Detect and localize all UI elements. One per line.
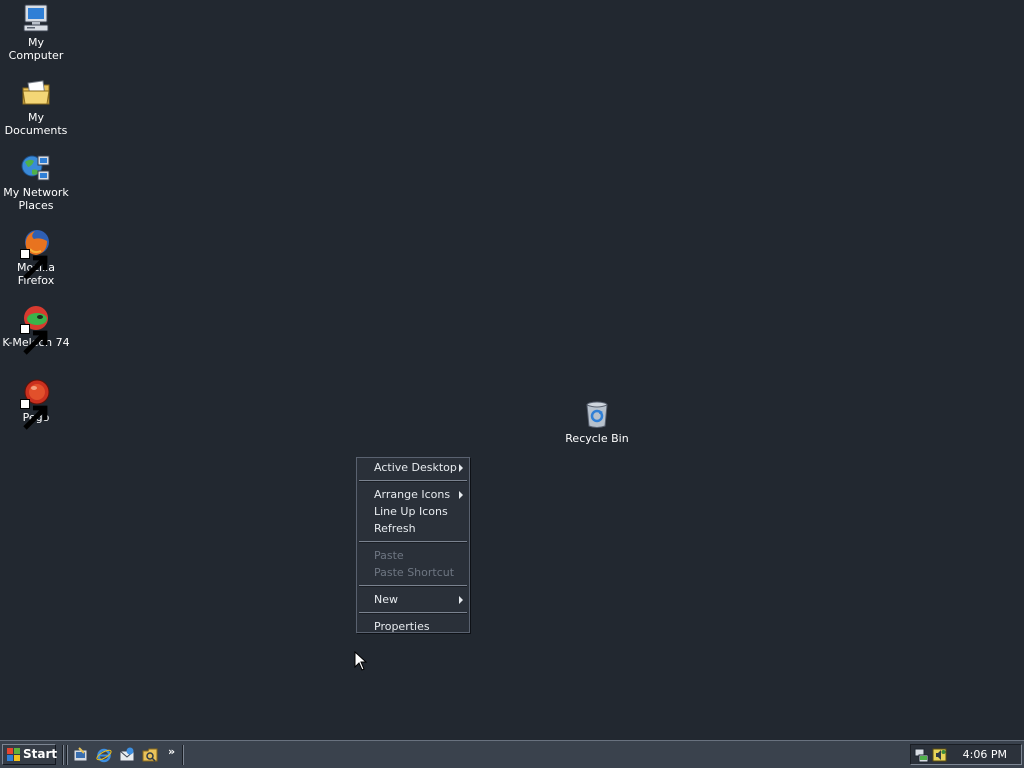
shortcut-arrow-icon <box>20 399 48 430</box>
system-tray: 4:06 PM <box>910 744 1022 765</box>
desktop-icon-label: Recycle Bin <box>565 432 629 445</box>
taskbar-clock[interactable]: 4:06 PM <box>963 748 1007 761</box>
desktop-icon-my-network-places[interactable]: My Network Places <box>0 152 72 212</box>
menu-item-refresh[interactable]: Refresh <box>357 520 469 537</box>
menu-separator <box>359 480 467 482</box>
start-label: Start <box>23 747 58 761</box>
menu-item-line-up-icons[interactable]: Line Up Icons <box>357 503 469 520</box>
my-computer-icon <box>20 2 52 34</box>
network-icon[interactable] <box>914 747 930 763</box>
menu-item-properties[interactable]: Properties <box>357 618 469 635</box>
submenu-arrow-icon <box>459 491 463 499</box>
shortcut-arrow-icon <box>20 324 48 355</box>
desktop-icon-my-computer[interactable]: My Computer <box>0 2 72 62</box>
volume-icon[interactable] <box>932 747 948 763</box>
internet-explorer-icon[interactable] <box>96 747 112 763</box>
menu-item-arrange-icons[interactable]: Arrange Icons <box>357 486 469 503</box>
windows-explorer-icon[interactable] <box>142 747 158 763</box>
menu-separator <box>359 585 467 587</box>
show-desktop-icon[interactable] <box>73 747 89 763</box>
menu-item-new[interactable]: New <box>357 591 469 608</box>
firefox-icon <box>20 227 52 280</box>
menu-item-paste[interactable]: Paste <box>357 547 469 564</box>
desktop-icon-my-documents[interactable]: My Documents <box>0 77 72 137</box>
menu-separator <box>359 541 467 543</box>
desktop-icon-recycle-bin[interactable]: Recycle Bin <box>561 398 633 445</box>
taskbar-separator <box>66 745 68 765</box>
desktop-icon-label: My Computer <box>8 36 64 62</box>
taskbar-separator <box>62 745 64 765</box>
menu-item-paste-shortcut[interactable]: Paste Shortcut <box>357 564 469 581</box>
taskbar: Start » 4:06 PM <box>0 740 1024 768</box>
desktop-context-menu: Active Desktop Arrange Icons Line Up Ico… <box>356 457 470 633</box>
outlook-express-icon[interactable] <box>119 747 135 763</box>
taskbar-separator <box>182 745 184 765</box>
submenu-arrow-icon <box>459 596 463 604</box>
pego-icon <box>20 377 52 430</box>
menu-item-active-desktop[interactable]: Active Desktop <box>357 459 469 476</box>
desktop-icon-label: My Network Places <box>3 186 69 212</box>
menu-separator <box>359 612 467 614</box>
desktop-icon-label: My Documents <box>4 111 68 137</box>
windows-logo-icon <box>7 748 20 761</box>
desktop-icon-pego[interactable]: Pego <box>0 377 72 430</box>
recycle-bin-icon <box>581 398 613 430</box>
network-places-icon <box>20 152 52 184</box>
desktop-icon-mozilla-firefox[interactable]: Mozilla Firefox <box>0 227 72 287</box>
desktop-icon-k-meleon[interactable]: K-Meleon 74 <box>0 302 72 355</box>
k-meleon-icon <box>20 302 52 355</box>
submenu-arrow-icon <box>459 464 463 472</box>
desktop[interactable]: My Computer My Documents My Network Plac… <box>0 0 1024 740</box>
mouse-cursor-icon <box>354 651 368 671</box>
my-documents-icon <box>20 77 52 109</box>
start-button[interactable]: Start <box>2 744 58 765</box>
quick-launch-more-button[interactable]: » <box>168 745 175 758</box>
shortcut-arrow-icon <box>20 249 48 280</box>
